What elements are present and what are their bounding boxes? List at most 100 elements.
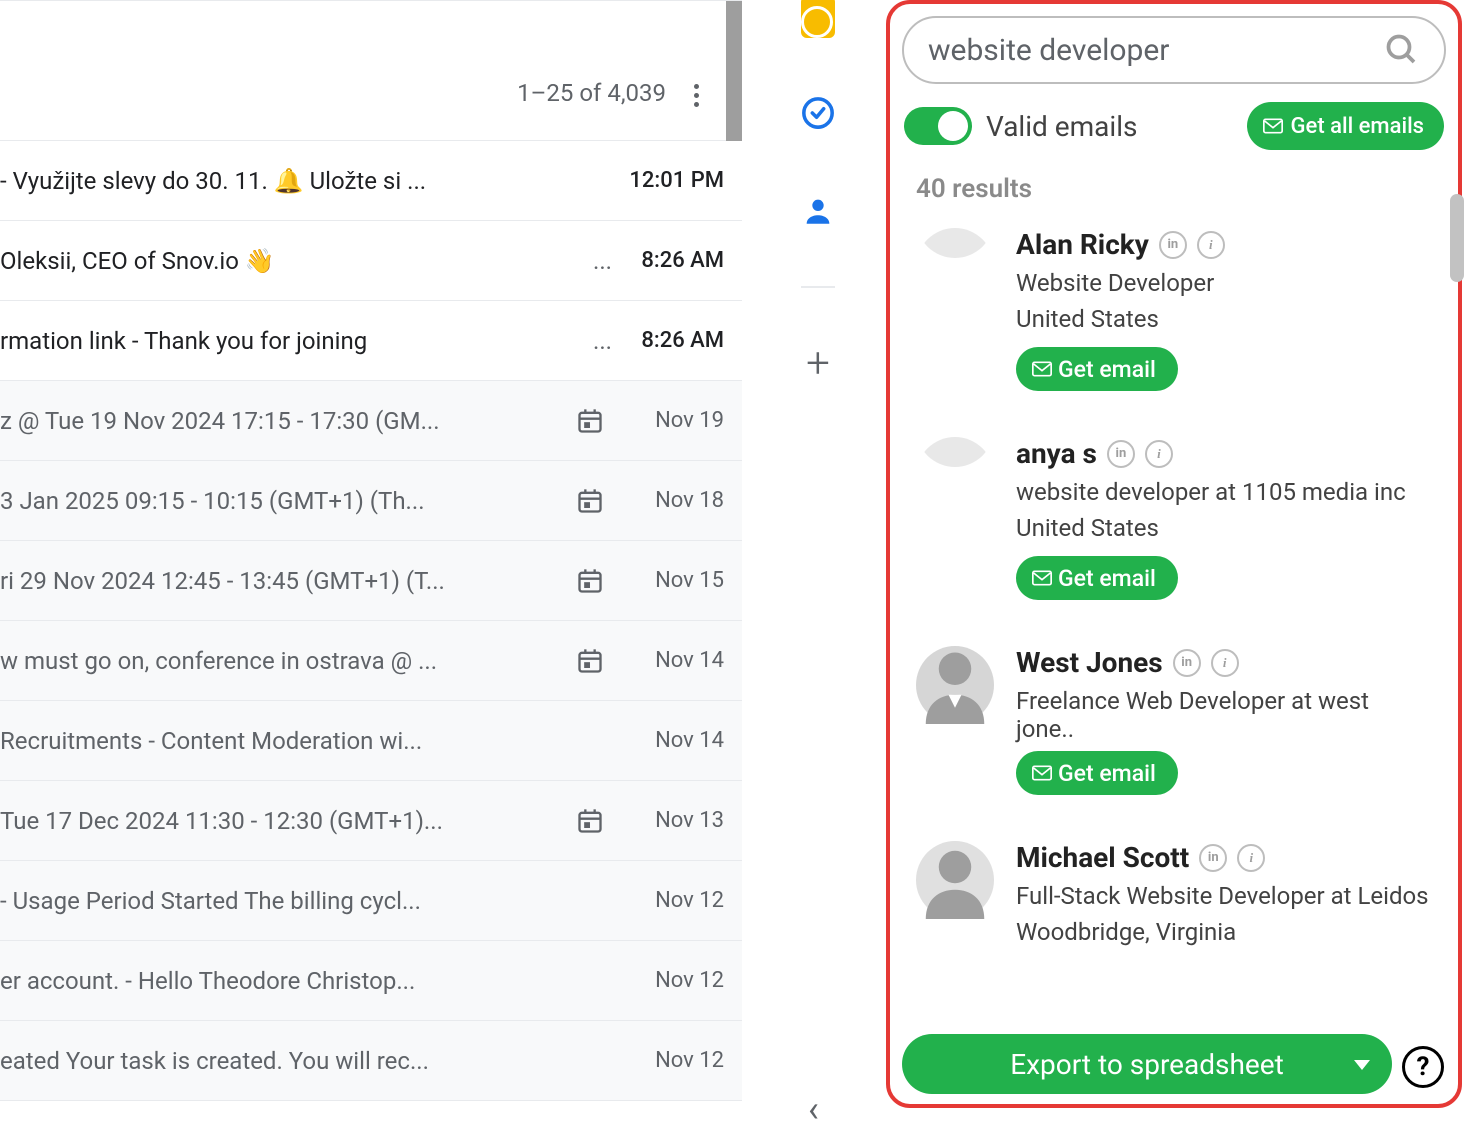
calendar-icon <box>576 647 604 675</box>
email-row[interactable]: Oleksii, CEO of Snov.io 👋... 8:26 AM <box>0 221 742 301</box>
email-row[interactable]: z @ Tue 19 Nov 2024 17:15 - 17:30 (GM...… <box>0 381 742 461</box>
email-subject: Recruitments - Content Moderation wi... <box>0 727 624 755</box>
pagination-text: 1–25 of 4,039 <box>517 79 666 107</box>
result-role: website developer at 1105 media inc <box>1016 478 1432 506</box>
ellipsis-icon: ... <box>593 327 612 355</box>
email-row[interactable]: eated Your task is created. You will rec… <box>0 1021 742 1101</box>
avatar <box>916 437 994 515</box>
contacts-icon[interactable] <box>795 188 841 234</box>
info-badge-icon[interactable]: i <box>1237 844 1265 872</box>
result-info: Alan Rickyini Website Developer United Sta… <box>1016 228 1432 391</box>
panel-scrollbar-thumb[interactable] <box>1450 194 1464 282</box>
email-subject: eated Your task is created. You will rec… <box>0 1047 624 1075</box>
help-button[interactable]: ? <box>1402 1046 1444 1088</box>
email-time: 12:01 PM <box>624 168 724 193</box>
toggle-label: Valid emails <box>986 110 1137 143</box>
result-info: Michael Scottini Full-Stack Website Devel… <box>1016 841 1432 960</box>
linkedin-badge-icon[interactable]: in <box>1173 649 1201 677</box>
result-item: anya s ini website developer at 1105 media… <box>902 437 1446 646</box>
snovio-extension-panel: Valid emails Get all emails 40 results A… <box>886 0 1462 1108</box>
result-name: West Jones <box>1016 646 1163 679</box>
chevron-down-icon[interactable] <box>1354 1060 1370 1070</box>
result-role: Full-Stack Website Developer at Leidos <box>1016 882 1432 910</box>
get-email-label: Get email <box>1058 356 1156 383</box>
get-all-emails-button[interactable]: Get all emails <box>1247 102 1444 150</box>
dot-icon <box>694 93 699 98</box>
get-email-button[interactable]: Get email <box>1016 751 1178 795</box>
inbox-header: 1–25 of 4,039 <box>0 0 742 140</box>
email-row[interactable]: rmation link - Thank you for joining... 8… <box>0 301 742 381</box>
export-button[interactable]: Export to spreadsheet <box>902 1034 1392 1094</box>
email-time: 8:26 AM <box>624 328 724 353</box>
email-row[interactable]: - Usage Period Started The billing cycl.… <box>0 861 742 941</box>
email-subject: Tue 17 Dec 2024 11:30 - 12:30 (GMT+1)... <box>0 807 570 835</box>
email-pane: 1–25 of 4,039 - Využijte slevy do 30. 11… <box>0 0 742 1118</box>
email-time: Nov 12 <box>624 888 724 913</box>
result-name-row: West Jones ini <box>1016 646 1432 679</box>
result-item: West JonesiniFreelance Web Developer at … <box>902 646 1446 841</box>
result-item: Michael Scottini Full-Stack Website Devel… <box>902 841 1446 1006</box>
result-location: United States <box>1016 514 1432 542</box>
export-label: Export to spreadsheet <box>1010 1048 1284 1081</box>
linkedin-badge-icon[interactable]: in <box>1107 440 1135 468</box>
search-input[interactable] <box>928 33 1384 68</box>
info-badge-icon[interactable]: i <box>1145 440 1173 468</box>
email-time: Nov 14 <box>624 728 724 753</box>
email-subject: w must go on, conference in ostrava @ ..… <box>0 647 570 675</box>
email-list: - Využijte slevy do 30. 11. 🔔 Uložte si … <box>0 140 742 1101</box>
email-subject: z @ Tue 19 Nov 2024 17:15 - 17:30 (GM... <box>0 407 570 435</box>
results-list: Alan Rickyini Website Developer United Sta… <box>902 228 1446 1016</box>
result-item: Alan Rickyini Website Developer United Sta… <box>902 228 1446 437</box>
linkedin-badge-icon[interactable]: in <box>1159 231 1187 259</box>
back-chevron-icon[interactable]: ‹ <box>808 1088 819 1130</box>
search-icon <box>1384 32 1420 68</box>
result-role: Website Developer <box>1016 269 1432 297</box>
result-name-row: Alan Rickyini <box>1016 228 1432 261</box>
email-subject: er account. - Hello Theodore Christop... <box>0 967 624 995</box>
email-time: Nov 18 <box>624 488 724 513</box>
add-addon-button[interactable]: + <box>795 340 841 386</box>
email-time: Nov 14 <box>624 648 724 673</box>
controls-row: Valid emails Get all emails <box>902 102 1446 150</box>
email-subject: - Využijte slevy do 30. 11. 🔔 Uložte si … <box>0 167 624 195</box>
more-menu-button[interactable] <box>682 81 710 109</box>
email-row[interactable]: er account. - Hello Theodore Christop...… <box>0 941 742 1021</box>
keep-icon[interactable] <box>801 0 835 38</box>
search-box <box>902 16 1446 84</box>
email-time: 8:26 AM <box>624 248 724 273</box>
results-count: 40 results <box>902 174 1446 204</box>
get-all-label: Get all emails <box>1291 114 1424 139</box>
tasks-icon[interactable] <box>795 90 841 136</box>
result-location: United States <box>1016 305 1432 333</box>
avatar <box>916 841 994 919</box>
email-row[interactable]: ri 29 Nov 2024 12:45 - 13:45 (GMT+1) (T.… <box>0 541 742 621</box>
get-email-label: Get email <box>1058 565 1156 592</box>
get-email-button[interactable]: Get email <box>1016 347 1178 391</box>
side-addons-strip: + <box>784 0 852 1118</box>
email-time: Nov 13 <box>624 808 724 833</box>
get-email-label: Get email <box>1058 760 1156 787</box>
email-subject: Oleksii, CEO of Snov.io 👋 <box>0 247 593 275</box>
email-row[interactable]: w must go on, conference in ostrava @ ..… <box>0 621 742 701</box>
email-time: Nov 12 <box>624 1048 724 1073</box>
linkedin-badge-icon[interactable]: in <box>1199 844 1227 872</box>
email-time: Nov 15 <box>624 568 724 593</box>
email-row[interactable]: - Využijte slevy do 30. 11. 🔔 Uložte si … <box>0 141 742 221</box>
valid-emails-toggle[interactable] <box>904 107 972 145</box>
result-name-row: Michael Scottini <box>1016 841 1432 874</box>
get-email-button[interactable]: Get email <box>1016 556 1178 600</box>
dot-icon <box>694 102 699 107</box>
email-subject: rmation link - Thank you for joining <box>0 327 593 355</box>
envelope-icon <box>1263 118 1283 134</box>
email-subject: ri 29 Nov 2024 12:45 - 13:45 (GMT+1) (T.… <box>0 567 570 595</box>
avatar <box>916 646 994 724</box>
email-row[interactable]: 3 Jan 2025 09:15 - 10:15 (GMT+1) (Th...N… <box>0 461 742 541</box>
email-row[interactable]: Tue 17 Dec 2024 11:30 - 12:30 (GMT+1)...… <box>0 781 742 861</box>
info-badge-icon[interactable]: i <box>1197 231 1225 259</box>
ellipsis-icon: ... <box>593 247 612 275</box>
info-badge-icon[interactable]: i <box>1211 649 1239 677</box>
email-time: Nov 12 <box>624 968 724 993</box>
email-row[interactable]: Recruitments - Content Moderation wi...N… <box>0 701 742 781</box>
calendar-icon <box>576 807 604 835</box>
result-name: anya s <box>1016 437 1097 470</box>
